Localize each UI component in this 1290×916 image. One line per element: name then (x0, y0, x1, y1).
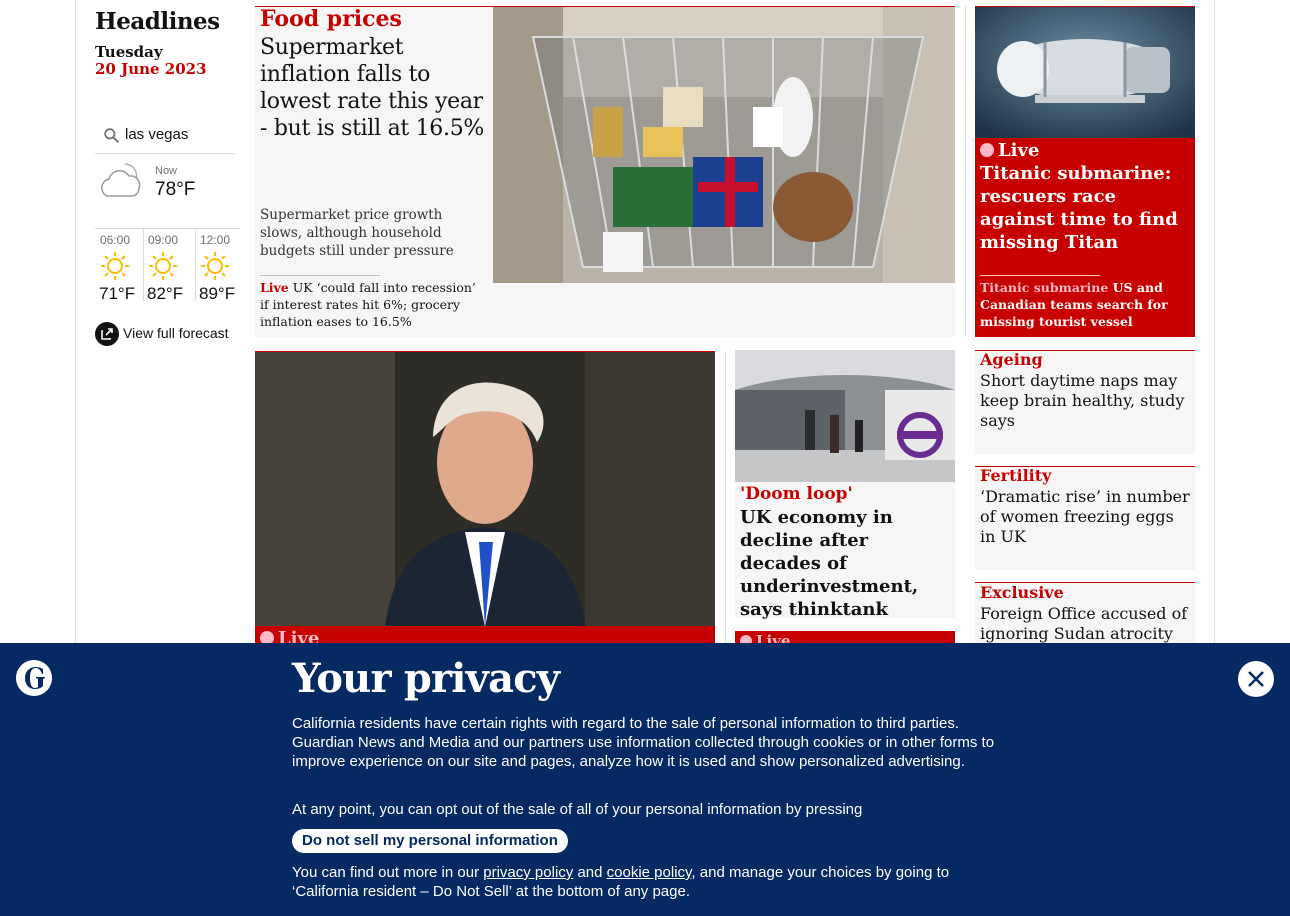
politician-photo[interactable] (255, 351, 715, 626)
food-headline[interactable]: Supermarket inflation falls to lowest ra… (260, 34, 485, 142)
column-divider (725, 351, 726, 643)
sun-icon (149, 252, 177, 280)
hourly-forecast: 06:00 71°F 09:00 82°F 12:00 89°F (95, 228, 243, 303)
weather-now-label: Now (155, 165, 178, 177)
titanic-headline[interactable]: Titanic submarine: rescuers race against… (980, 162, 1190, 254)
titanic-sublink[interactable]: Titanic submarine US and Canadian teams … (980, 279, 1180, 330)
sun-icon (201, 252, 229, 280)
fertility-kicker[interactable]: Fertility (980, 466, 1051, 485)
forecast-temp: 82°F (147, 284, 184, 303)
weather-location-search[interactable]: las vegas (95, 124, 235, 154)
shopping-trolley-image[interactable] (493, 7, 955, 283)
food-standfirst: Supermarket price growth slows, although… (260, 207, 454, 259)
privacy-title: Your privacy (292, 655, 560, 702)
do-not-sell-button[interactable]: Do not sell my personal information (292, 829, 568, 853)
search-icon (104, 128, 119, 143)
underground-station-image[interactable] (735, 350, 955, 482)
weather-location[interactable]: las vegas (125, 126, 188, 143)
section-title: Headlines (95, 8, 220, 35)
external-link-icon (95, 322, 119, 346)
forecast-slot: 09:00 82°F (143, 229, 191, 303)
fertility-headline[interactable]: ‘Dramatic rise’ in number of women freez… (980, 487, 1190, 547)
sublink-divider (980, 275, 1100, 276)
forecast-slot: 12:00 89°F (195, 229, 243, 303)
live-dot-icon (980, 143, 994, 157)
food-sublink[interactable]: Live UK ‘could fall into recession’ if i… (260, 279, 485, 330)
titanic-live-label: Live (980, 140, 1039, 161)
sun-icon (101, 252, 129, 280)
view-full-forecast-label[interactable]: View full forecast (123, 325, 229, 341)
politician-illustration (255, 352, 715, 626)
forecast-temp: 89°F (199, 284, 236, 303)
live-text: Live (998, 140, 1040, 161)
food-sublink-text[interactable]: UK ‘could fall into recession’ if intere… (260, 280, 476, 329)
guardian-logo-icon (16, 660, 52, 696)
cloudy-sun-icon (101, 163, 141, 197)
sublink-divider (260, 275, 380, 276)
close-icon (1248, 671, 1264, 687)
shopping-trolley-illustration (493, 7, 955, 283)
submarine-illustration (975, 7, 1195, 138)
doom-headline[interactable]: UK economy in decline after decades of u… (740, 506, 952, 621)
weather-now-temp: 78°F (155, 179, 196, 200)
privacy-paragraph: You can find out more in our privacy pol… (292, 863, 992, 901)
column-divider (965, 6, 966, 337)
food-kicker[interactable]: Food prices (260, 6, 402, 32)
privacy-text-segment: and (573, 864, 607, 881)
ageing-headline[interactable]: Short daytime naps may keep brain health… (980, 371, 1190, 431)
privacy-paragraph: At any point, you can opt out of the sal… (292, 801, 863, 818)
exclusive-headline[interactable]: Foreign Office accused of ignoring Sudan… (980, 604, 1190, 644)
titanic-sublink-kicker: Titanic submarine (980, 280, 1109, 295)
exclusive-kicker[interactable]: Exclusive (980, 583, 1064, 602)
forecast-time: 06:00 (100, 233, 131, 247)
forecast-time: 12:00 (200, 233, 231, 247)
privacy-paragraph: California residents have certain rights… (292, 715, 995, 770)
privacy-text-segment: You can find out more in our (292, 864, 484, 881)
forecast-temp: 71°F (99, 284, 136, 303)
station-illustration (735, 350, 955, 482)
ageing-kicker[interactable]: Ageing (980, 350, 1043, 369)
cookie-policy-link[interactable]: cookie policy (607, 864, 692, 881)
privacy-policy-link[interactable]: privacy policy (483, 864, 573, 881)
privacy-banner: Your privacy California residents have c… (0, 643, 1290, 916)
forecast-slot: 06:00 71°F (95, 229, 143, 303)
date-full: 20 June 2023 (95, 60, 207, 78)
live-label: Live (260, 280, 289, 295)
forecast-time: 09:00 (148, 233, 179, 247)
doom-kicker[interactable]: 'Doom loop' (740, 484, 853, 504)
submarine-image[interactable] (975, 7, 1195, 138)
close-banner-button[interactable] (1238, 661, 1274, 697)
date-day: Tuesday (95, 43, 163, 61)
